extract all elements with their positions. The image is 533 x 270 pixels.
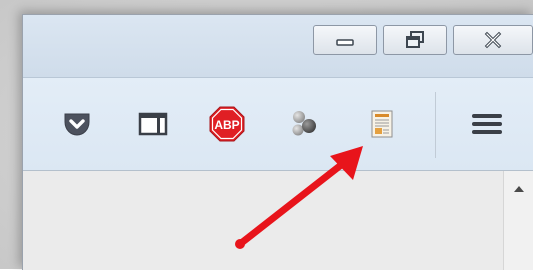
page-content-area [23,171,533,270]
close-icon [484,31,502,49]
hamburger-menu-icon [472,114,502,134]
open-menu-button[interactable] [469,106,505,142]
reader-view-button[interactable] [364,106,400,142]
minimize-button[interactable] [313,25,377,55]
restore-icon [406,31,424,48]
adblock-plus-button[interactable]: ABP [209,106,245,142]
scroll-up-arrow[interactable] [504,179,533,199]
extension-icon [292,111,316,136]
abp-icon: ABP [209,106,245,142]
close-button[interactable] [453,25,533,55]
title-bar [23,15,533,77]
reader-icon [371,110,393,138]
abp-icon-label: ABP [214,118,239,132]
sidebar-button[interactable] [135,106,171,142]
restore-button[interactable] [383,25,447,55]
minimize-icon [336,39,354,46]
toolbar-separator [435,92,436,158]
vertical-scrollbar[interactable] [503,171,533,270]
sidebar-icon [138,112,168,136]
triangle-up-icon [514,186,524,192]
browser-window: ABP [22,14,533,270]
extension-button[interactable] [285,106,321,142]
pocket-icon [64,113,90,136]
navigation-toolbar: ABP [23,77,533,171]
pocket-button[interactable] [59,106,95,142]
